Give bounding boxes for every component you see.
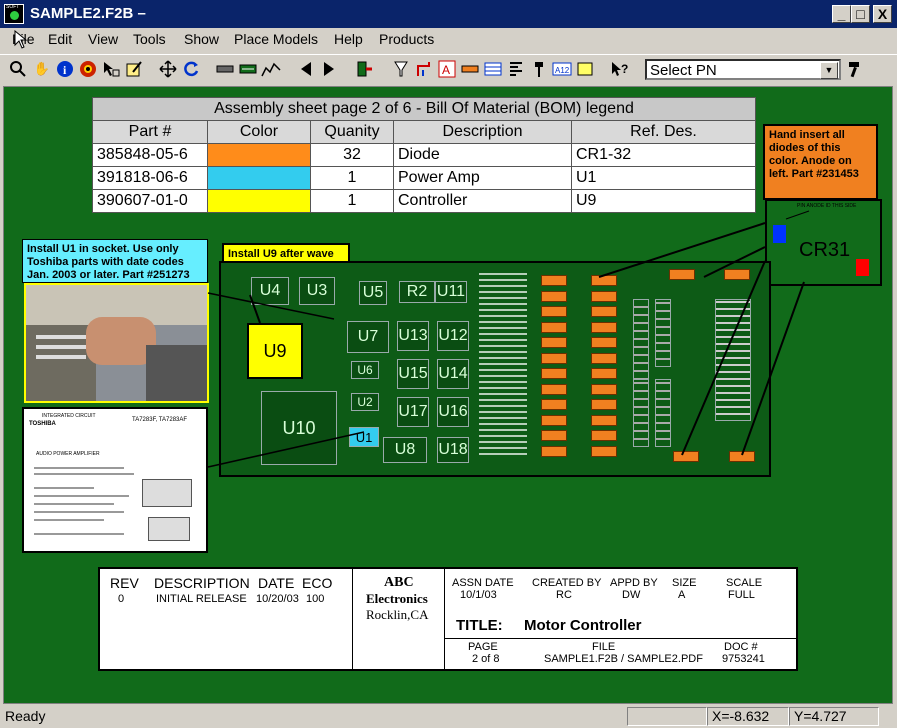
title-label: TITLE: — [456, 617, 503, 634]
created-by-value: RC — [556, 589, 572, 601]
app-icon[interactable]: SOFT — [4, 4, 24, 24]
zoom-icon[interactable] — [8, 59, 28, 79]
note-icon[interactable] — [575, 59, 595, 79]
menu-view[interactable]: View — [88, 31, 118, 47]
company-name: ABC — [384, 575, 414, 590]
menu-products[interactable]: Products — [379, 31, 434, 47]
grid-icon[interactable] — [483, 59, 503, 79]
resistor-icon[interactable] — [460, 59, 480, 79]
menu-show[interactable]: Show — [184, 31, 219, 47]
doc-label: DOC # — [724, 641, 758, 653]
label-tool-icon[interactable]: A12 — [552, 59, 572, 79]
menu-bar: File Edit View Tools Show Place Models H… — [0, 28, 897, 50]
title-bar: SOFT SAMPLE2.F2B – _ □ X — [0, 0, 897, 28]
rotate-icon[interactable] — [181, 59, 201, 79]
move-icon[interactable] — [158, 59, 178, 79]
created-by-label: CREATED BY — [532, 577, 602, 589]
status-y-coord: Y=4.727 — [789, 707, 879, 726]
svg-text:A12: A12 — [555, 66, 570, 75]
select-pn-dropdown[interactable]: Select PN ▼ — [645, 59, 841, 80]
maximize-button[interactable]: □ — [851, 5, 870, 23]
minimize-button[interactable]: _ — [832, 5, 851, 23]
page-label: PAGE — [468, 641, 498, 653]
hammer-icon[interactable] — [845, 59, 865, 79]
probe-icon[interactable] — [391, 59, 411, 79]
appd-by-label: APPD BY — [610, 577, 658, 589]
file-value: SAMPLE1.F2B / SAMPLE2.PDF — [544, 653, 703, 665]
appd-by-value: DW — [622, 589, 641, 601]
status-panel-empty — [627, 707, 707, 726]
status-bar: Ready X=-8.632 Y=4.727 — [0, 705, 897, 728]
page-value: 2 of 8 — [472, 653, 500, 665]
align-icon[interactable] — [506, 59, 526, 79]
pcb-canvas[interactable]: Assembly sheet page 2 of 6 - Bill Of Mat… — [3, 86, 893, 704]
scale-value: FULL — [728, 589, 755, 601]
menu-help[interactable]: Help — [334, 31, 363, 47]
description-label: DESCRIPTION — [154, 575, 250, 591]
window-title: SAMPLE2.F2B – — [30, 5, 146, 22]
eco-label: ECO — [302, 575, 333, 591]
svg-text:?: ? — [621, 62, 628, 76]
trace-icon[interactable] — [414, 59, 434, 79]
text-tool-icon[interactable]: A — [437, 59, 457, 79]
chart-icon[interactable] — [261, 59, 281, 79]
select-pn-value: Select PN — [650, 62, 717, 79]
pin-icon[interactable] — [529, 59, 549, 79]
assn-date-value: 10/1/03 — [460, 589, 497, 601]
target-icon[interactable] — [78, 59, 98, 79]
close-button[interactable]: X — [873, 5, 892, 23]
chevron-down-icon[interactable]: ▼ — [820, 62, 838, 79]
description-value: INITIAL RELEASE — [156, 593, 247, 605]
drawing-title: Motor Controller — [524, 617, 642, 634]
size-value: A — [678, 589, 686, 601]
status-text: Ready — [5, 708, 46, 724]
info-icon[interactable]: i — [55, 59, 75, 79]
select-tool-icon[interactable] — [101, 59, 121, 79]
component-2-icon[interactable] — [238, 59, 258, 79]
file-label: FILE — [592, 641, 616, 653]
eco-value: 100 — [306, 593, 325, 605]
date-value: 10/20/03 — [256, 593, 299, 605]
next-icon[interactable] — [319, 59, 339, 79]
company-line2: Electronics — [366, 591, 428, 606]
rev-value: 0 — [118, 593, 125, 605]
rev-label: REV — [110, 575, 139, 591]
scale-label: SCALE — [726, 577, 763, 589]
help-cursor-icon[interactable]: ? — [610, 59, 630, 79]
size-label: SIZE — [672, 577, 697, 589]
layer-icon[interactable] — [355, 59, 375, 79]
app-icon-text: SOFT — [6, 4, 20, 10]
company-location: Rocklin,CA — [366, 607, 429, 622]
title-block: REV DESCRIPTION DATE ECO 0 INITIAL RELEA… — [98, 567, 798, 671]
component-icon[interactable] — [215, 59, 235, 79]
svg-text:A: A — [442, 63, 450, 77]
menu-edit[interactable]: Edit — [48, 31, 72, 47]
previous-icon[interactable] — [296, 59, 316, 79]
assn-date-label: ASSN DATE — [452, 577, 514, 589]
toolbar: ✋ i A A12 ? Select PN ▼ — [0, 54, 897, 85]
doc-value: 9753241 — [722, 653, 765, 665]
edit-tool-icon[interactable] — [124, 59, 144, 79]
mouse-cursor-icon — [14, 30, 28, 49]
pan-hand-icon[interactable]: ✋ — [32, 59, 52, 79]
date-label: DATE — [258, 575, 295, 591]
menu-place-models[interactable]: Place Models — [234, 31, 318, 47]
menu-tools[interactable]: Tools — [133, 31, 166, 47]
status-x-coord: X=-8.632 — [707, 707, 789, 726]
